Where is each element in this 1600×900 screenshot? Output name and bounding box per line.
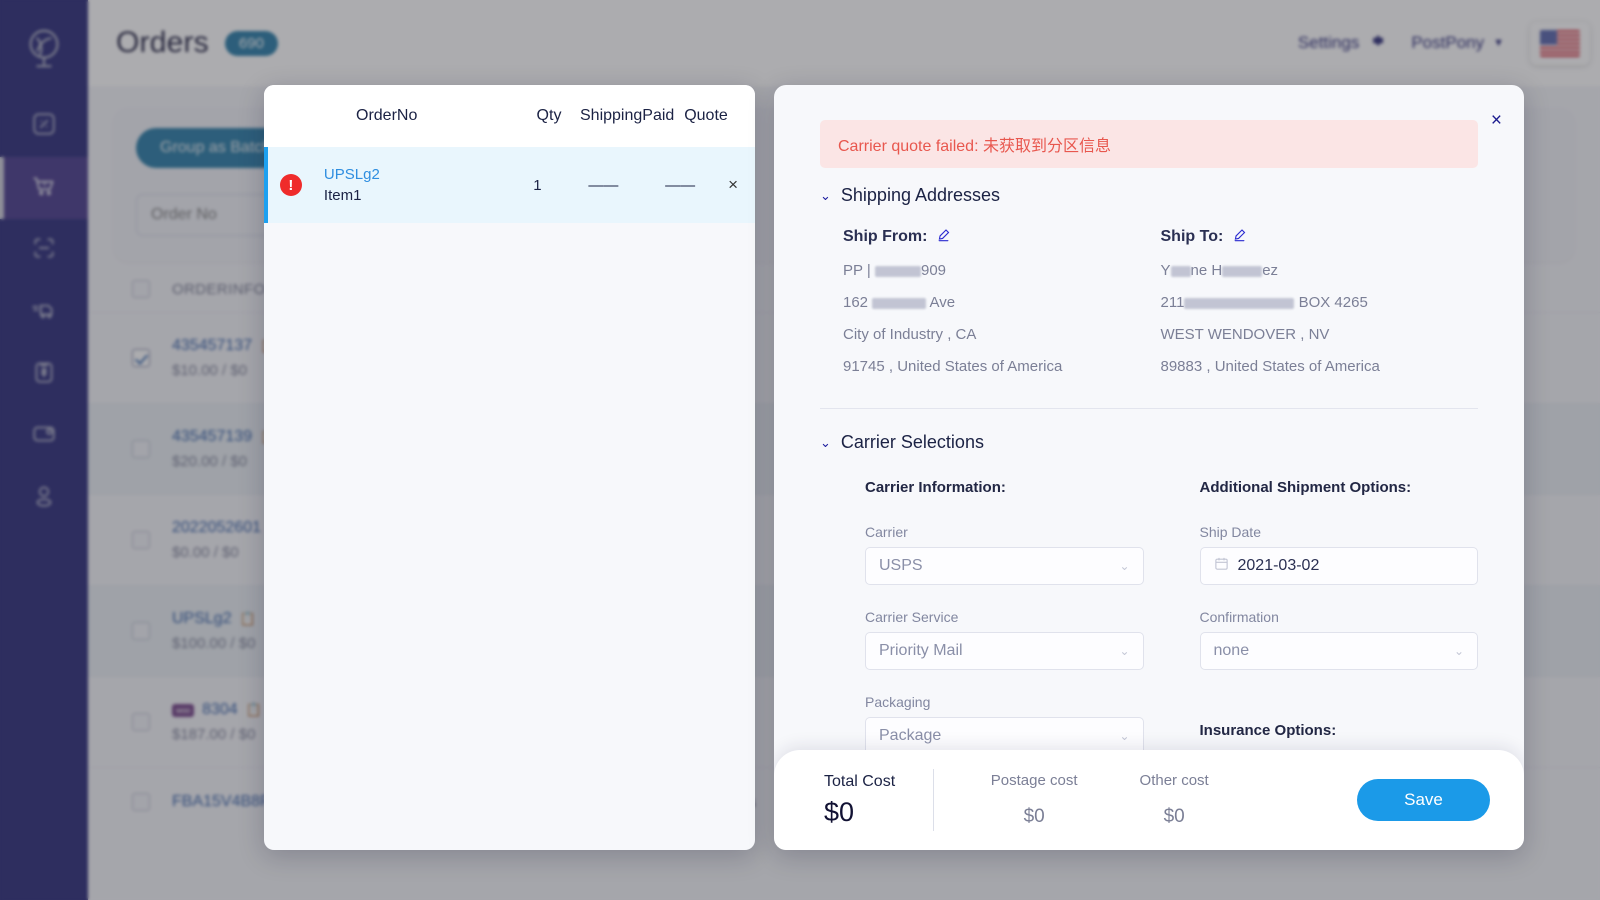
packaging-label: Packaging bbox=[865, 694, 931, 710]
save-button[interactable]: Save bbox=[1357, 779, 1490, 821]
redacted-text bbox=[1222, 265, 1263, 277]
ship-date-field: Ship Date 2021-03-02 bbox=[1199, 524, 1478, 585]
ship-from-city-state: City of Industry , CA bbox=[843, 326, 977, 343]
detail-modal-footer: Total Cost $0 Postage cost $0 Other cost… bbox=[774, 750, 1524, 850]
line1-suffix: ez bbox=[1262, 262, 1279, 279]
ship-date-input[interactable]: 2021-03-02 bbox=[1199, 547, 1478, 585]
redacted-text bbox=[1170, 265, 1191, 277]
carrier-label: Carrier bbox=[865, 524, 908, 540]
column-qty: Qty bbox=[536, 107, 562, 124]
ship-to-zip-country: 89883 , United States of America bbox=[1160, 358, 1380, 375]
calendar-icon bbox=[1214, 556, 1229, 576]
insurance-options-title: Insurance Options: bbox=[1199, 722, 1337, 739]
shipping-addresses-section-header[interactable]: ⌄ Shipping Addresses bbox=[820, 185, 1478, 206]
other-cost-block: Other cost $0 bbox=[1104, 772, 1244, 828]
section-divider bbox=[820, 408, 1478, 409]
carrier-service-value: Priority Mail bbox=[879, 642, 963, 659]
total-cost-block: Total Cost $0 bbox=[824, 773, 895, 828]
item-shipping-paid: —— bbox=[588, 176, 619, 194]
carrier-service-label: Carrier Service bbox=[865, 609, 959, 625]
line1-prefix: PP | bbox=[843, 262, 875, 279]
line2-suffix: BOX 4265 bbox=[1294, 294, 1368, 311]
order-items-modal: OrderNo Qty ShippingPaid Quote ! UPSLg2 … bbox=[264, 85, 755, 850]
ship-from-block: Ship From: PP | 909 162 Ave City of Indu… bbox=[843, 227, 1161, 375]
redacted-text bbox=[872, 297, 927, 309]
chevron-down-icon: ⌄ bbox=[820, 187, 831, 203]
item-row[interactable]: ! UPSLg2 Item1 1 —— —— × bbox=[264, 147, 755, 223]
carrier-field: Carrier USPS ⌄ bbox=[865, 524, 1144, 585]
ship-from-zip-country: 91745 , United States of America bbox=[843, 358, 1063, 375]
column-orderno: OrderNo bbox=[356, 107, 418, 124]
remove-item-icon[interactable]: × bbox=[711, 175, 755, 195]
items-table-header: OrderNo Qty ShippingPaid Quote bbox=[264, 85, 755, 147]
ship-to-line2: 211 BOX 4265 bbox=[1161, 294, 1479, 311]
ship-to-label: Ship To: bbox=[1160, 228, 1224, 245]
postage-cost-block: Postage cost $0 bbox=[964, 772, 1104, 828]
ship-from-label: Ship From: bbox=[843, 228, 928, 245]
chevron-down-icon: ⌄ bbox=[820, 434, 831, 450]
confirmation-select[interactable]: none ⌄ bbox=[1199, 632, 1478, 670]
chevron-down-icon: ⌄ bbox=[1119, 644, 1130, 658]
ship-from-line1: PP | 909 bbox=[843, 262, 1161, 279]
item-qty: 1 bbox=[533, 176, 542, 194]
line2-prefix: 162 bbox=[843, 294, 873, 311]
chevron-down-icon: ⌄ bbox=[1119, 729, 1130, 743]
carrier-information-title: Carrier Information: bbox=[865, 479, 1006, 496]
carrier-value: USPS bbox=[879, 557, 923, 574]
carrier-service-field: Carrier Service Priority Mail ⌄ bbox=[865, 609, 1144, 670]
other-cost-label: Other cost bbox=[1139, 772, 1209, 789]
shipping-addresses-title: Shipping Addresses bbox=[840, 185, 1001, 205]
postage-cost-value: $0 bbox=[1023, 806, 1045, 827]
shipment-detail-modal: × Carrier quote failed: 未获取到分区信息 ⌄ Shipp… bbox=[774, 85, 1524, 850]
ship-date-label: Ship Date bbox=[1199, 524, 1261, 540]
line2-suffix: Ave bbox=[926, 294, 956, 311]
chevron-down-icon: ⌄ bbox=[1119, 559, 1130, 573]
ship-to-city-state: WEST WENDOVER , NV bbox=[1160, 326, 1330, 343]
ship-to-block: Ship To: Yne Hez 211 BOX 4265 WEST WENDO… bbox=[1161, 227, 1479, 375]
postage-cost-label: Postage cost bbox=[990, 772, 1078, 789]
item-quote: —— bbox=[665, 176, 696, 194]
ship-to-line1: Yne H ez bbox=[1161, 262, 1479, 279]
item-order-number[interactable]: UPSLg2 bbox=[324, 166, 518, 183]
confirmation-label: Confirmation bbox=[1199, 609, 1279, 625]
redacted-text bbox=[1184, 297, 1295, 309]
carrier-selections-title: Carrier Selections bbox=[840, 432, 984, 452]
additional-shipment-options-title: Additional Shipment Options: bbox=[1199, 479, 1412, 496]
redacted-text bbox=[874, 265, 921, 277]
line1-mid: ne H bbox=[1190, 262, 1223, 279]
confirmation-field: Confirmation none ⌄ bbox=[1199, 609, 1478, 670]
line2-prefix: 211 bbox=[1160, 294, 1185, 311]
confirmation-value: none bbox=[1213, 642, 1250, 659]
line1-prefix: Y bbox=[1160, 262, 1171, 279]
packaging-field: Packaging Package ⌄ bbox=[865, 694, 1144, 755]
footer-divider bbox=[933, 769, 935, 831]
detail-modal-body: Carrier quote failed: 未获取到分区信息 ⌄ Shippin… bbox=[774, 85, 1524, 850]
addresses-grid: Ship From: PP | 909 162 Ave City of Indu… bbox=[820, 227, 1478, 375]
pencil-edit-icon[interactable] bbox=[936, 227, 951, 247]
carrier-select[interactable]: USPS ⌄ bbox=[865, 547, 1144, 585]
line1-suffix: 909 bbox=[920, 262, 947, 279]
total-cost-value: $0 bbox=[824, 796, 855, 827]
carrier-quote-error-alert: Carrier quote failed: 未获取到分区信息 bbox=[820, 120, 1478, 168]
packaging-value: Package bbox=[879, 727, 942, 744]
item-name: Item1 bbox=[323, 187, 362, 204]
carrier-selections-section-header[interactable]: ⌄ Carrier Selections bbox=[820, 432, 1478, 453]
other-cost-value: $0 bbox=[1163, 806, 1185, 827]
pencil-edit-icon[interactable] bbox=[1232, 227, 1247, 247]
ship-date-value: 2021-03-02 bbox=[1237, 557, 1320, 574]
error-exclamation-icon: ! bbox=[279, 174, 302, 196]
carrier-service-select[interactable]: Priority Mail ⌄ bbox=[865, 632, 1144, 670]
total-cost-label: Total Cost bbox=[824, 772, 896, 790]
column-quote: Quote bbox=[684, 107, 728, 124]
ship-from-line2: 162 Ave bbox=[843, 294, 1161, 311]
chevron-down-icon: ⌄ bbox=[1453, 644, 1464, 658]
column-shippingpaid: ShippingPaid bbox=[580, 107, 675, 124]
